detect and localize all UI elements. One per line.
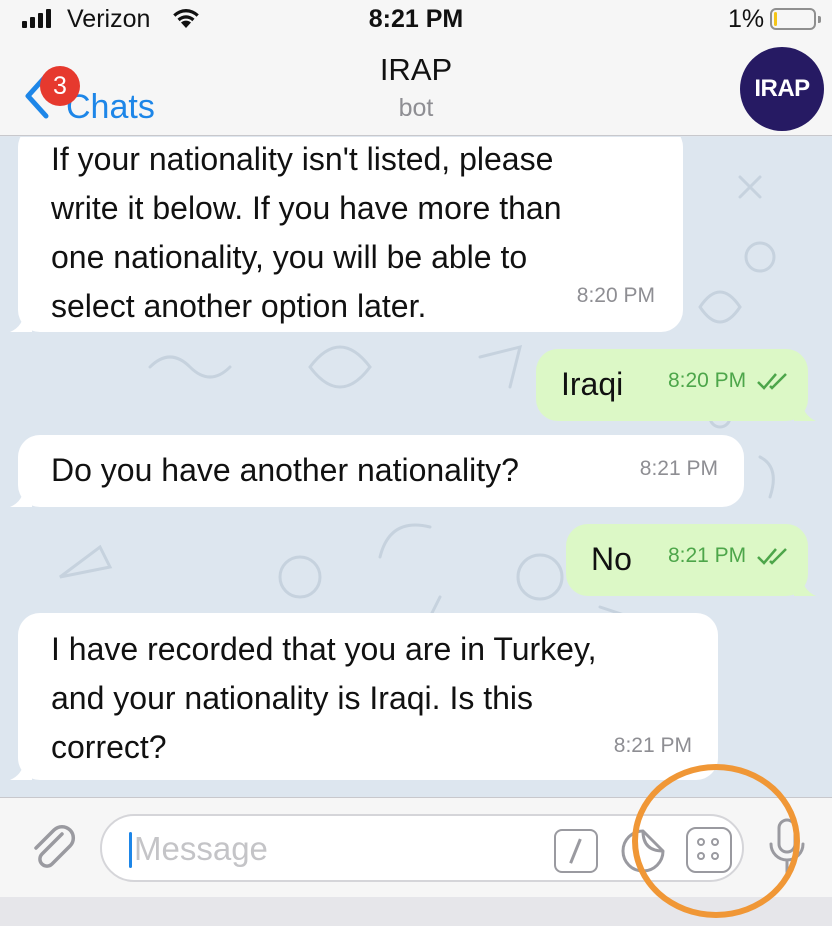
double-check-icon <box>757 548 787 566</box>
avatar[interactable]: IRAP <box>740 47 824 131</box>
sticker-icon[interactable] <box>618 826 668 876</box>
message-input-bar: Message <box>0 797 832 897</box>
microphone-icon[interactable] <box>762 816 812 878</box>
bot-keyboard-icon[interactable] <box>686 827 732 873</box>
outgoing-message[interactable]: No 8:21 PM <box>566 524 816 596</box>
bubble-tail <box>794 574 816 596</box>
status-bar: Verizon 8:21 PM 1% <box>0 0 832 40</box>
home-indicator-area <box>0 897 832 926</box>
status-time: 8:21 PM <box>368 5 464 33</box>
chat-title[interactable]: IRAP <box>0 52 832 88</box>
message-time: 8:20 PM <box>667 369 747 392</box>
message-time: 8:21 PM <box>613 734 692 757</box>
chat-subtitle: bot <box>398 94 434 122</box>
message-input[interactable]: Message <box>100 814 744 882</box>
message-time-status: 8:20 PM <box>668 356 790 405</box>
incoming-message[interactable]: Do you have another nationality? 8:21 PM <box>10 435 744 507</box>
bubble-tail <box>10 310 32 332</box>
incoming-message[interactable]: If your nationality isn't listed, please… <box>10 137 683 332</box>
message-time: 8:21 PM <box>667 544 747 567</box>
bubble-tail <box>10 485 32 507</box>
paperclip-icon[interactable] <box>26 820 80 874</box>
outgoing-message[interactable]: Iraqi 8:20 PM <box>536 349 816 421</box>
chat-header: Chats 3 IRAP bot IRAP <box>0 40 832 136</box>
bubble-tail <box>794 399 816 421</box>
message-time: 8:20 PM <box>576 284 655 307</box>
message-list[interactable]: If your nationality isn't listed, please… <box>0 137 832 797</box>
double-check-icon <box>757 373 787 391</box>
battery-icon <box>770 8 821 30</box>
slash-command-icon[interactable] <box>554 829 598 873</box>
bubble-tail <box>10 758 32 780</box>
battery-percent: 1% <box>728 5 765 33</box>
text-caret <box>129 832 132 868</box>
incoming-message[interactable]: I have recorded that you are in Turkey, … <box>10 613 718 780</box>
message-placeholder: Message <box>134 830 268 867</box>
message-time-status: 8:21 PM <box>668 531 790 580</box>
message-time: 8:21 PM <box>639 457 718 480</box>
